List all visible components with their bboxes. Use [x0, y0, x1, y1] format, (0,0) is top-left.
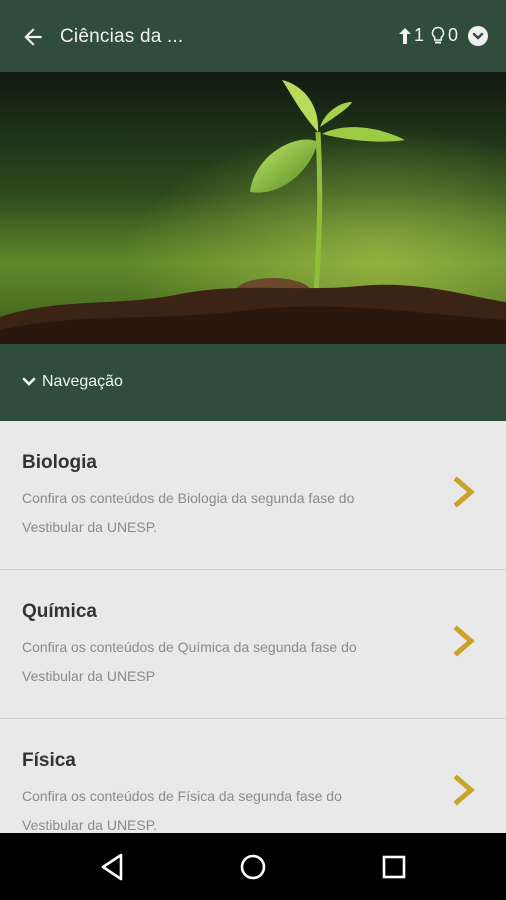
back-arrow-icon[interactable]: [20, 24, 46, 50]
recents-square-icon[interactable]: [378, 851, 410, 883]
home-circle-icon[interactable]: [237, 851, 269, 883]
ideas-stat: 0: [430, 25, 458, 46]
menu-dropdown-button[interactable]: [468, 25, 488, 46]
chevron-down-icon: [472, 32, 484, 40]
item-title: Química: [22, 601, 97, 622]
chevron-down-icon: [22, 377, 36, 386]
item-description: Confira os conteúdos de Química da segun…: [22, 639, 357, 684]
chevron-right-icon[interactable]: [451, 476, 477, 508]
uploads-stat: 1: [398, 25, 424, 46]
app-bar: Ciências da ... 1 0: [0, 0, 506, 72]
chevron-right-icon[interactable]: [451, 625, 477, 657]
item-description: Confira os conteúdos de Física da segund…: [22, 788, 342, 833]
chevron-right-icon[interactable]: [451, 774, 477, 806]
back-triangle-icon[interactable]: [97, 851, 129, 883]
navigation-label: Navegação: [42, 373, 123, 390]
uploads-count: 1: [413, 25, 424, 45]
item-title: Biologia: [22, 452, 97, 473]
navigation-toggle[interactable]: Navegação: [22, 373, 123, 391]
header-stats: 1 0: [398, 25, 488, 46]
item-title: Física: [22, 750, 76, 771]
item-description: Confira os conteúdos de Biologia da segu…: [22, 490, 355, 535]
hero-image: [0, 72, 506, 344]
navigation-bar: Navegação: [0, 344, 506, 421]
system-navigation-bar: [0, 833, 506, 900]
page-title: Ciências da ...: [60, 26, 184, 47]
upload-icon: [398, 27, 411, 44]
list-item[interactable]: Física Confira os conteúdos de Física da…: [0, 719, 506, 833]
list-item[interactable]: Química Confira os conteúdos de Química …: [0, 570, 506, 719]
lightbulb-icon: [431, 26, 445, 43]
subject-list: Biologia Confira os conteúdos de Biologi…: [0, 421, 506, 833]
ideas-count: 0: [447, 25, 458, 45]
list-item[interactable]: Biologia Confira os conteúdos de Biologi…: [0, 421, 506, 570]
